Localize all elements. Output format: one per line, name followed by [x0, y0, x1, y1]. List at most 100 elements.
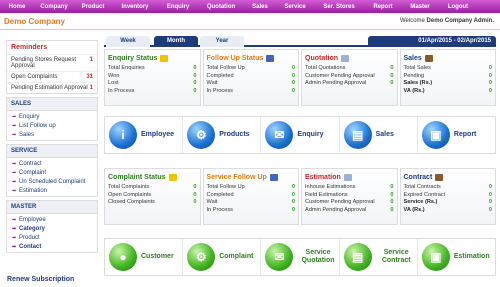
stat-value: 0 — [291, 207, 295, 213]
stat-value: 0 — [291, 80, 295, 87]
stat-row: Total Quotations 0 — [305, 64, 394, 72]
sidebar-item-list-follow-up[interactable]: ➡ List Follow up — [7, 121, 97, 130]
stat-label: Completed — [206, 191, 234, 198]
panel-sales: Sales Total Sales 0 Pending 0 Sales (Rs.) 0 VA … — [399, 49, 496, 106]
panel-quotation: Quotation Total Quotations 0 Customer Pendi… — [301, 49, 398, 106]
stat-row: Admin Pending Approval 0 — [305, 206, 394, 214]
tab-year[interactable]: Year — [200, 36, 244, 47]
nav-logout[interactable]: Logout — [438, 4, 478, 10]
panel-title: Follow Up Status — [207, 52, 296, 64]
nav-master[interactable]: Master — [402, 4, 438, 10]
sales-shortcut-button[interactable]: ▤ Sales — [340, 117, 418, 153]
stat-label: Lost — [108, 80, 119, 87]
stat-label: Pending — [403, 72, 425, 79]
nav-enquiry[interactable]: Enquiry — [158, 4, 198, 10]
stat-row: In Process 0 — [108, 87, 197, 95]
stat-label: Admin Pending Approval — [305, 207, 367, 213]
stat-label: Total Follow Up — [206, 64, 245, 71]
icon-glyph: ▤ — [351, 250, 364, 264]
stat-row: Closed Complaints 0 — [108, 198, 197, 206]
stat-value: 0 — [488, 64, 492, 71]
stat-label: In Process — [206, 88, 233, 94]
header: Demo Company Welcome Demo Company Admin. — [0, 13, 500, 30]
stat-row: Admin Pending Approval 0 — [305, 79, 394, 87]
stat-row: Won 0 — [108, 72, 197, 80]
estimation-shortcut-button[interactable]: ▣ Estimation — [418, 239, 495, 275]
sidebar-item-category[interactable]: ➡ Category — [7, 224, 97, 233]
tab-month[interactable]: Month — [154, 36, 198, 47]
nav-product[interactable]: Product — [74, 4, 112, 10]
arrow-right-icon: ➡ — [12, 113, 17, 120]
reminder-item[interactable]: Open Complaints 31 — [7, 71, 97, 82]
stat-value: 0 — [390, 72, 394, 79]
stat-label: Customer Pending Approval — [305, 72, 375, 79]
period-tabs: Week Month Year 01/Apr/2015 - 02/Apr/201… — [104, 36, 496, 47]
customer-shortcut-button[interactable]: ● Customer — [105, 239, 184, 275]
stat-value: 0 — [488, 72, 492, 79]
stat-value: 0 — [488, 199, 492, 206]
sidebar-item-label: List Follow up — [19, 122, 56, 129]
sidebar-item-product[interactable]: ➡ Product — [7, 233, 97, 242]
bottom-status-panels: Complaint Status Total Complaints 0 Open Co… — [104, 168, 496, 225]
report-shortcut-button[interactable]: ▣ Report — [418, 117, 495, 153]
shortcut-label: Customer — [141, 253, 174, 261]
panel-follow-up-status: Follow Up Status Total Follow Up 0 Complete… — [202, 49, 299, 106]
panel-title-text: Quotation — [305, 54, 339, 62]
complaint-report-icon — [168, 173, 177, 181]
tab-week[interactable]: Week — [106, 36, 150, 47]
stat-row: Service (Rs.) 0 — [404, 198, 493, 206]
stat-row: Customer Pending Approval 0 — [305, 198, 394, 206]
sidebar-item-enquiry[interactable]: ➡ Enquiry — [7, 112, 97, 121]
nav-inventory[interactable]: Inventory — [112, 4, 158, 10]
panel-title-text: Contract — [403, 173, 433, 181]
nav-sales[interactable]: Sales — [244, 4, 276, 10]
stat-row: In Process 0 — [207, 206, 296, 214]
stat-value: 0 — [390, 207, 394, 213]
briefcase-icon — [424, 54, 433, 62]
stat-row: In Process 0 — [207, 87, 296, 95]
sidebar-item-estimation[interactable]: ➡ Estimation — [7, 186, 97, 195]
sidebar-item-label: Employee — [19, 216, 46, 223]
panel-title-text: Sales — [403, 54, 422, 62]
shortcut-label: Enquiry — [297, 131, 324, 139]
sidebar-item-employee[interactable]: ➡ Employee — [7, 215, 97, 224]
nav-home[interactable]: Home — [0, 4, 34, 10]
stat-value: 0 — [193, 183, 197, 190]
stat-label: Completed — [206, 72, 234, 79]
service-contract-shortcut-button[interactable]: ▤ Service Contract — [340, 239, 418, 275]
nav-quotation[interactable]: Quotation — [198, 4, 244, 10]
reminder-item[interactable]: Pending Stores Request Approval 1 — [7, 54, 97, 71]
reminder-item[interactable]: Pending Estimation Approval 1 — [7, 82, 97, 93]
nav-ser-stores[interactable]: Ser. Stores — [314, 4, 364, 10]
stat-label: VA (Rs.) — [403, 207, 425, 213]
icon-glyph: ⚙ — [195, 250, 207, 264]
sidebar-item-sales[interactable]: ➡ Sales — [7, 130, 97, 139]
employee-shortcut-button[interactable]: i Employee — [105, 117, 184, 153]
nav-report[interactable]: Report — [364, 4, 402, 10]
nav-company[interactable]: Company — [34, 4, 74, 10]
sidebar-item-contact[interactable]: ➡ Contact — [7, 242, 97, 251]
reminder-label: Open Complaints — [11, 74, 58, 80]
employee-icon: i — [109, 121, 137, 149]
stat-row: Completed 0 — [207, 72, 296, 80]
renew-subscription-link[interactable]: Renew Subscription — [7, 276, 74, 283]
enquiry-shortcut-button[interactable]: ✉ Enquiry — [261, 117, 340, 153]
stat-row: Inhouse Estimations 0 — [305, 183, 394, 191]
products-shortcut-button[interactable]: ⚙ Products — [183, 117, 262, 153]
sidebar-item-un-scheduled-complaint[interactable]: ➡ Un Scheduled Complaint — [7, 177, 97, 186]
enquiry-report-icon — [160, 54, 169, 62]
stat-label: Service (Rs.) — [403, 199, 438, 206]
stat-label: Open Complaints — [108, 191, 152, 198]
nav-service[interactable]: Service — [276, 4, 314, 10]
stat-label: Wait — [206, 80, 218, 87]
shortcut-label: Service Contract — [381, 249, 411, 264]
sidebar-item-label: Sales — [19, 131, 35, 138]
stat-label: Total Contracts — [403, 183, 441, 190]
shortcut-label: Estimation — [453, 253, 490, 261]
stat-label: Customer Pending Approval — [305, 199, 375, 206]
sidebar-item-complaint[interactable]: ➡ Complaint — [7, 168, 97, 177]
sidebar-item-contract[interactable]: ➡ Contract — [7, 159, 97, 168]
service-quotation-shortcut-button[interactable]: ✉ Service Quotation — [261, 239, 340, 275]
stat-value: 0 — [390, 80, 394, 87]
complaint-shortcut-button[interactable]: ⚙ Complaint — [183, 239, 262, 275]
